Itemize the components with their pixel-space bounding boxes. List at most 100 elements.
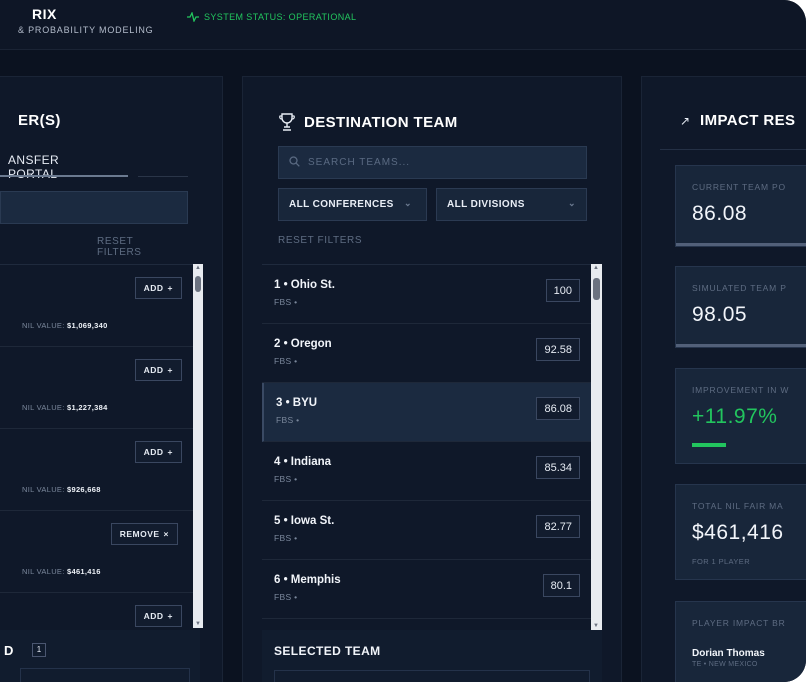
division-select[interactable]: ALL DIVISIONS ⌄ xyxy=(436,188,587,221)
player-position: TE • NEW MEXICO xyxy=(692,661,758,668)
activity-icon xyxy=(187,12,199,22)
card-label: IMPROVEMENT IN W xyxy=(692,385,790,395)
card-label: SIMULATED TEAM P xyxy=(692,283,787,293)
selected-team-label: SELECTED TEAM xyxy=(274,644,381,658)
selected-count-badge: 1 xyxy=(32,643,46,657)
card-value: 86.08 xyxy=(692,202,748,225)
team-score: 92.58 xyxy=(536,338,580,361)
team-name: 6 • Memphis xyxy=(274,574,341,586)
card-value: +11.97% xyxy=(692,405,778,428)
simulated-team-card: SIMULATED TEAM P 98.05 xyxy=(675,266,806,348)
plus-icon: + xyxy=(167,365,173,375)
team-name: 1 • Ohio St. xyxy=(274,279,335,291)
team-division: FBS • xyxy=(274,356,298,366)
player-list: ADD + NIL VALUE: $1,069,340 ADD + NIL VALU… xyxy=(0,264,200,629)
team-division: FBS • xyxy=(276,415,300,425)
brand-title: RIX xyxy=(32,6,57,22)
chevron-down-icon: ⌄ xyxy=(568,198,576,208)
scrollbar-thumb[interactable] xyxy=(195,276,201,292)
add-player-button[interactable]: ADD + xyxy=(134,441,182,463)
player-search-input[interactable] xyxy=(0,191,188,224)
total-nil-card: TOTAL NIL FAIR MA $461,416 FOR 1 PLAYER xyxy=(675,484,806,580)
nil-value: NIL VALUE: $1,227,384 xyxy=(22,403,108,412)
status-text: SYSTEM STATUS: OPERATIONAL xyxy=(204,12,357,22)
scroll-down-icon[interactable]: ▼ xyxy=(195,621,201,627)
reset-filters-link[interactable]: RESET FILTERS xyxy=(97,236,142,258)
table-row[interactable]: 1 • Ohio St. FBS • 100 xyxy=(262,265,592,324)
tab-divider xyxy=(138,176,188,177)
team-score: 82.77 xyxy=(536,515,580,538)
nil-value: NIL VALUE: $926,668 xyxy=(22,485,101,494)
improvement-card: IMPROVEMENT IN W +11.97% xyxy=(675,368,806,464)
conference-select[interactable]: ALL CONFERENCES ⌄ xyxy=(278,188,427,221)
team-list-scrollbar[interactable]: ▲ ▼ xyxy=(591,264,602,630)
nil-value: NIL VALUE: $461,416 xyxy=(22,567,101,576)
team-search-placeholder: SEARCH TEAMS... xyxy=(308,157,411,168)
remove-player-button[interactable]: REMOVE × xyxy=(110,523,178,545)
card-accent-bar xyxy=(676,344,806,347)
arrow-up-right-icon: ↗ xyxy=(680,114,691,128)
tab-underline xyxy=(0,175,128,177)
table-row[interactable]: 6 • Memphis FBS • 80.1 xyxy=(262,560,592,619)
search-icon xyxy=(289,155,300,170)
card-value: $461,416 xyxy=(692,521,784,544)
selected-team-box xyxy=(274,670,590,682)
table-row[interactable]: 5 • Iowa St. FBS • 82.77 xyxy=(262,501,592,560)
current-team-card: CURRENT TEAM PO 86.08 xyxy=(675,165,806,247)
list-item: ADD + NIL VALUE: $1,227,384 xyxy=(0,347,200,429)
team-name: 3 • BYU xyxy=(276,397,318,409)
card-value: 98.05 xyxy=(692,303,748,326)
table-row[interactable]: 4 • Indiana FBS • 85.34 xyxy=(262,442,592,501)
list-item: ADD + NIL VALUE: $1,069,340 xyxy=(0,265,200,347)
card-accent-bar xyxy=(676,243,806,246)
plus-icon: + xyxy=(167,611,173,621)
team-division: FBS • xyxy=(274,297,298,307)
scroll-up-icon[interactable]: ▲ xyxy=(593,265,599,271)
list-item: REMOVE × NIL VALUE: $461,416 xyxy=(0,511,200,593)
player-impact-card: PLAYER IMPACT BR Dorian Thomas TE • NEW … xyxy=(675,601,806,682)
player-list-scrollbar[interactable]: ▲ ▼ xyxy=(193,264,203,628)
table-row[interactable]: 2 • Oregon FBS • 92.58 xyxy=(262,324,592,383)
card-label: PLAYER IMPACT BR xyxy=(692,618,786,628)
plus-icon: + xyxy=(167,283,173,293)
team-score: 86.08 xyxy=(536,397,580,420)
reset-filters-link[interactable]: RESET FILTERS xyxy=(278,235,362,246)
team-score: 80.1 xyxy=(542,574,580,597)
app-window: RIX & PROBABILITY MODELING SYSTEM STATUS… xyxy=(0,0,806,682)
trophy-icon xyxy=(279,113,295,136)
impact-results-title: IMPACT RES xyxy=(700,112,796,129)
team-name: 2 • Oregon xyxy=(274,338,332,350)
top-bar: RIX & PROBABILITY MODELING SYSTEM STATUS… xyxy=(0,0,806,50)
card-label: CURRENT TEAM PO xyxy=(692,182,786,192)
scroll-up-icon[interactable]: ▲ xyxy=(195,265,201,271)
close-icon: × xyxy=(163,529,169,539)
brand-subtitle: & PROBABILITY MODELING xyxy=(18,25,154,35)
nil-value: NIL VALUE: $1,069,340 xyxy=(22,321,108,330)
team-list: 1 • Ohio St. FBS • 100 2 • Oregon FBS • … xyxy=(262,264,592,630)
add-player-button[interactable]: ADD + xyxy=(134,359,182,381)
team-division: FBS • xyxy=(274,533,298,543)
team-score: 85.34 xyxy=(536,456,580,479)
chevron-down-icon: ⌄ xyxy=(404,198,412,208)
table-row-selected[interactable]: 3 • BYU FBS • 86.08 xyxy=(262,383,592,442)
add-player-button[interactable]: ADD + xyxy=(134,277,182,299)
players-panel-title: ER(S) xyxy=(18,112,61,129)
add-player-button[interactable]: ADD + xyxy=(134,605,182,627)
list-item: ADD + NIL VALUE: $926,668 xyxy=(0,429,200,511)
plus-icon: + xyxy=(167,447,173,457)
scrollbar-thumb[interactable] xyxy=(593,278,600,300)
scroll-down-icon[interactable]: ▼ xyxy=(593,623,599,629)
selected-team-section: SELECTED TEAM xyxy=(262,630,602,682)
card-subtext: FOR 1 PLAYER xyxy=(692,557,751,566)
team-division: FBS • xyxy=(274,474,298,484)
team-name: 5 • Iowa St. xyxy=(274,515,335,527)
card-label: TOTAL NIL FAIR MA xyxy=(692,501,784,511)
team-division: FBS • xyxy=(274,592,298,602)
divider xyxy=(660,149,806,150)
team-search-input[interactable]: SEARCH TEAMS... xyxy=(278,146,587,179)
team-score: 100 xyxy=(545,279,580,302)
system-status: SYSTEM STATUS: OPERATIONAL xyxy=(187,12,356,22)
selected-players-footer: D 1 xyxy=(0,630,200,682)
team-name: 4 • Indiana xyxy=(274,456,332,468)
selected-players-box xyxy=(20,668,190,682)
